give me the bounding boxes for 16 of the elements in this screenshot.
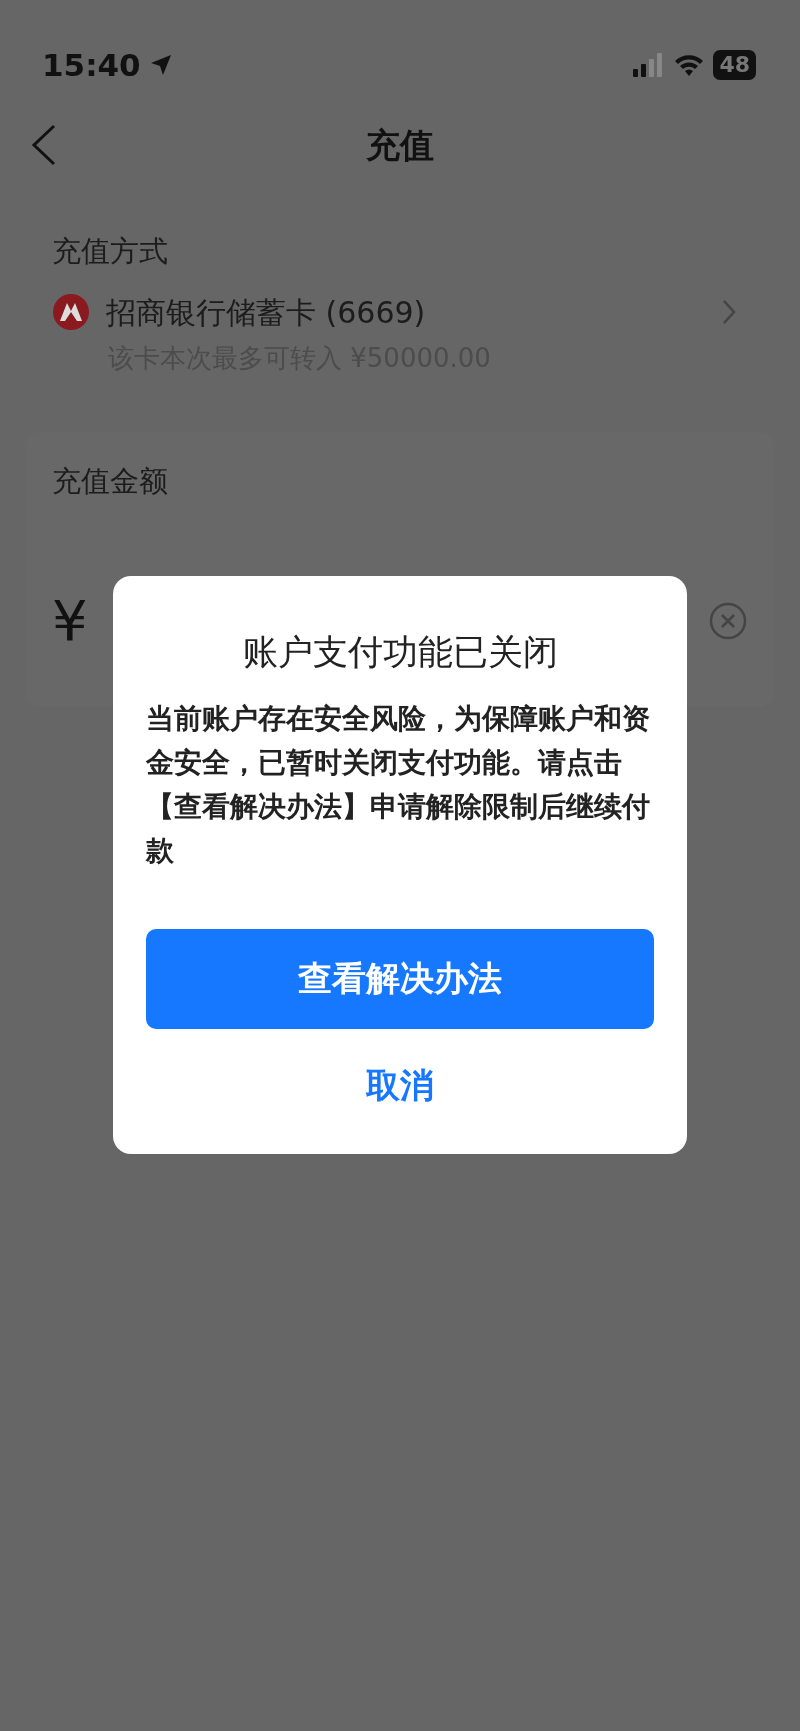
- dialog-message: 当前账户存在安全风险，为保障账户和资金安全，已暂时关闭支付功能。请点击【查看解决办法】申请解除限制后继续付款: [146, 700, 651, 869]
- clear-icon[interactable]: [708, 601, 748, 641]
- section-label: 充值方式: [52, 233, 169, 270]
- back-icon[interactable]: [30, 124, 58, 166]
- chevron-right-icon[interactable]: [722, 299, 736, 325]
- section-label: 充值金额: [52, 462, 169, 500]
- status-time: 15:40: [42, 45, 141, 85]
- cancel-button[interactable]: 取消: [360, 1058, 440, 1112]
- view-solution-button[interactable]: 查看解决办法: [146, 928, 654, 1029]
- bank-card-name[interactable]: 招商银行储蓄卡 (6669): [106, 289, 722, 335]
- dialog-title: 账户支付功能已关闭: [241, 631, 559, 674]
- currency-symbol: ¥: [52, 593, 88, 649]
- battery-level: 48: [713, 50, 756, 80]
- page-title: 充值: [366, 123, 434, 167]
- bank-logo-icon: [52, 293, 90, 331]
- wifi-icon: [673, 53, 706, 77]
